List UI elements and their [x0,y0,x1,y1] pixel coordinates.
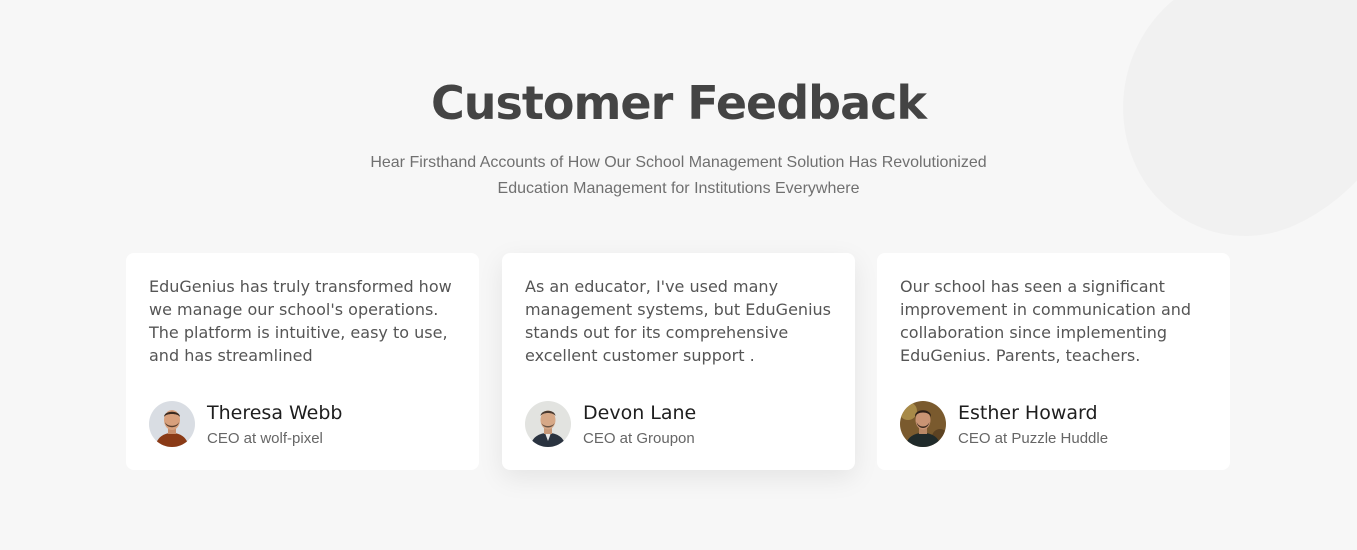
author-name: Devon Lane [583,402,697,424]
testimonial-card: Our school has seen a significant improv… [877,253,1230,470]
testimonial-card: As an educator, I've used many managemen… [502,253,855,470]
man-avatar-outdoor-icon [900,401,946,447]
quote-line: The platform is intuitive, easy to use, [149,323,448,342]
quote-line: EduGenius. Parents, teachers. [900,346,1141,365]
author-role: CEO at wolf-pixel [207,430,323,447]
author-role: CEO at Puzzle Huddle [958,430,1109,447]
testimonial-quote: EduGenius has truly transformed how we m… [149,275,459,367]
testimonial-card: EduGenius has truly transformed how we m… [126,253,479,470]
avatar [149,401,195,447]
quote-line: stands out for its comprehensive [525,323,789,342]
section-subtitle: Hear Firsthand Accounts of How Our Schoo… [0,150,1357,202]
testimonial-cards: EduGenius has truly transformed how we m… [126,253,1232,471]
quote-line: management systems, but EduGenius [525,300,831,319]
quote-line: improvement in communication and [900,300,1192,319]
quote-line: we manage our school's operations. [149,300,439,319]
quote-line: Our school has seen a significant [900,277,1165,296]
decorative-blob [1077,0,1357,276]
testimonial-author: Esther Howard CEO at Puzzle Huddle [900,401,1210,447]
quote-line: EduGenius has truly transformed how [149,277,452,296]
testimonial-quote: Our school has seen a significant improv… [900,275,1210,367]
quote-line: collaboration since implementing [900,323,1168,342]
avatar [525,401,571,447]
subtitle-line: Hear Firsthand Accounts of How Our Schoo… [370,154,987,171]
avatar [900,401,946,447]
customer-feedback-section: Customer Feedback Hear Firsthand Account… [0,0,1357,550]
quote-line: excellent customer support . [525,346,755,365]
subtitle-line: Education Management for Institutions Ev… [497,180,860,197]
testimonial-quote: As an educator, I've used many managemen… [525,275,835,367]
author-name: Esther Howard [958,402,1098,424]
section-title: Customer Feedback [430,76,927,130]
quote-line: As an educator, I've used many [525,277,779,296]
quote-line: and has streamlined [149,346,313,365]
testimonial-author: Theresa Webb CEO at wolf-pixel [149,401,459,447]
man-avatar-dark-jacket-icon [525,401,571,447]
author-name: Theresa Webb [207,402,343,424]
testimonial-author: Devon Lane CEO at Groupon [525,401,835,447]
man-avatar-orange-shirt-icon [149,401,195,447]
author-role: CEO at Groupon [583,430,695,447]
